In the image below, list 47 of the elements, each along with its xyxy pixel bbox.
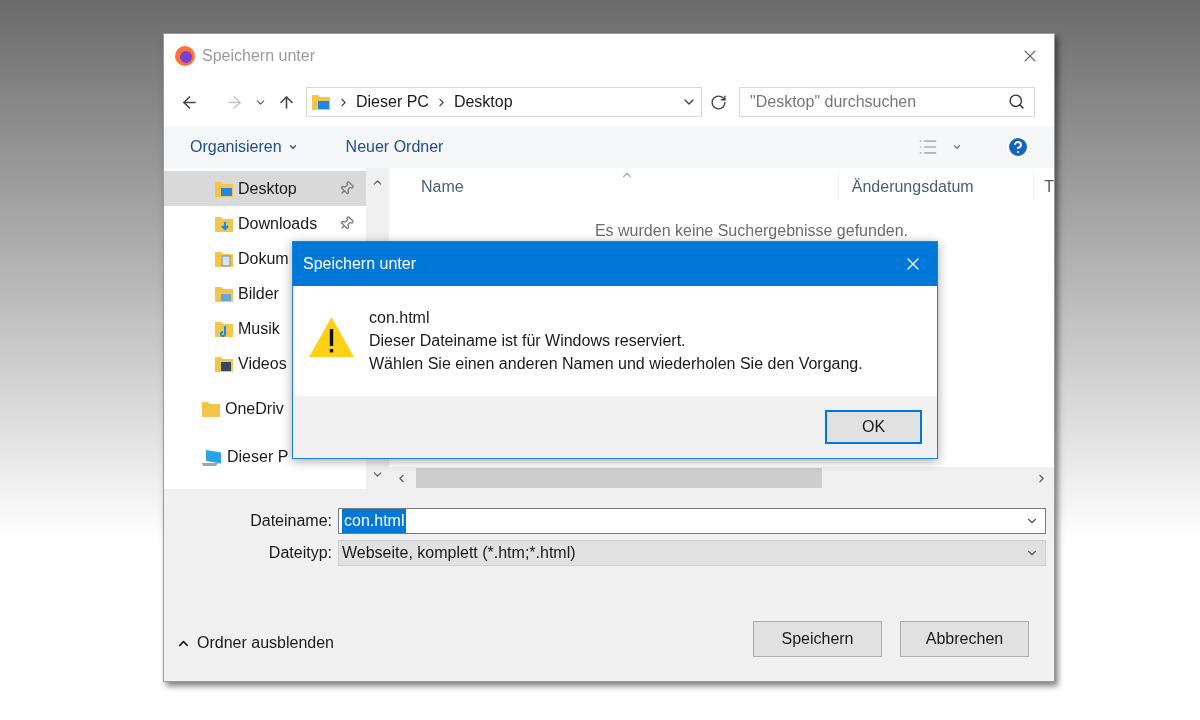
horizontal-scrollbar[interactable] xyxy=(389,467,1054,489)
sidebar-item[interactable]: Desktop xyxy=(164,171,366,206)
folder-icon xyxy=(214,249,234,268)
browser-logo xyxy=(174,45,196,67)
breadcrumb[interactable]: Dieser PC xyxy=(356,90,429,114)
ok-button[interactable]: OK xyxy=(825,410,922,444)
scrollbar-thumb[interactable] xyxy=(416,468,822,488)
help-icon[interactable] xyxy=(1006,135,1030,159)
filetype-label: Dateityp: xyxy=(267,543,333,563)
caret-icon[interactable] xyxy=(952,142,962,152)
empty-message: Es wurden keine Suchergebnisse gefunden. xyxy=(594,221,909,241)
folder-icon xyxy=(214,179,234,198)
alert-message: Dieser Dateiname ist für Windows reserviert. xyxy=(369,331,687,351)
folder-icon xyxy=(311,93,331,111)
folder-icon xyxy=(214,284,234,303)
caret-icon xyxy=(287,142,298,152)
breadcrumb[interactable]: Desktop xyxy=(453,90,513,114)
filename-label: Dateiname: xyxy=(249,511,333,531)
alert-filename: con.html xyxy=(369,308,431,328)
address-bar[interactable]: Dieser PC Desktop xyxy=(306,87,702,117)
folder-icon xyxy=(214,214,234,233)
sidebar-item[interactable]: Downloads xyxy=(164,206,366,241)
dialog-button[interactable]: Speichern xyxy=(753,621,882,657)
alert-message: Wählen Sie einen anderen Namen und wiederholen Sie den Vorgang. xyxy=(369,354,863,374)
refresh-icon[interactable] xyxy=(710,93,727,111)
folder-icon xyxy=(214,319,234,338)
sidebar-item[interactable]: Videos xyxy=(164,346,366,381)
alert-title: Speichern unter xyxy=(303,254,417,274)
organize-menu[interactable]: Organisieren xyxy=(190,135,298,159)
warning-icon xyxy=(308,316,355,358)
folder-icon xyxy=(214,354,234,373)
search-icon[interactable] xyxy=(1008,93,1025,110)
dialog-button[interactable]: Abbrechen xyxy=(900,621,1029,657)
sidebar-item[interactable]: Dieser P xyxy=(164,439,366,474)
folder-icon xyxy=(201,399,221,418)
sidebar-item[interactable]: Musik xyxy=(164,311,366,346)
filename-field[interactable]: con.html xyxy=(338,508,1046,534)
new-folder-button[interactable]: Neuer Ordner xyxy=(345,135,444,159)
window-title: Speichern unter xyxy=(202,46,316,66)
filetype-dropdown[interactable]: Webseite, komplett (*.htm;*.html) xyxy=(338,540,1046,566)
search-field[interactable]: "Desktop" durchsuchen xyxy=(739,87,1035,117)
column-header[interactable]: T xyxy=(1033,174,1054,199)
sidebar-item[interactable]: Bilder xyxy=(164,276,366,311)
column-header[interactable]: Änderungsdatum xyxy=(837,174,1034,199)
column-header[interactable]: Name xyxy=(389,174,838,199)
sidebar-item[interactable]: OneDriv xyxy=(164,391,366,426)
hide-folders-button[interactable]: Ordner ausblenden xyxy=(176,631,334,655)
